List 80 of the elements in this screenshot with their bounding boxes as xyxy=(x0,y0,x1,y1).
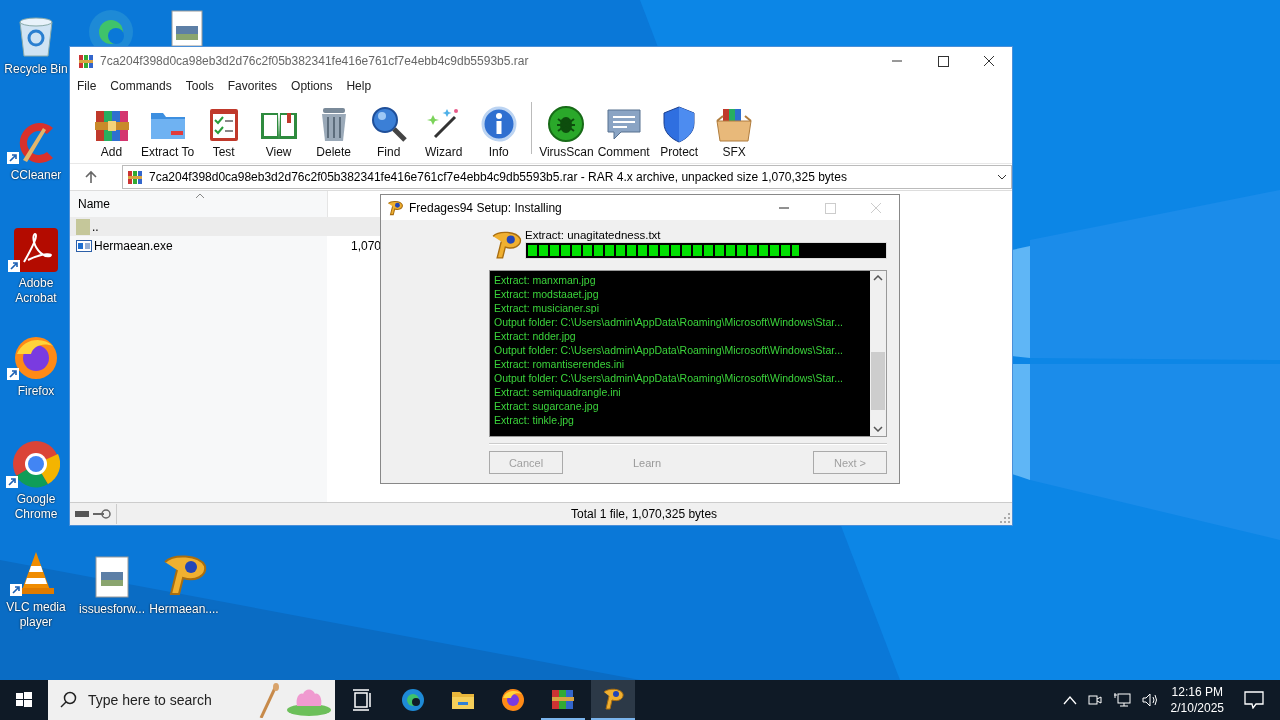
log-line: Extract: sugarcane.jpg xyxy=(494,399,600,413)
sort-caret-icon xyxy=(195,193,205,199)
desktop-icon-label[interactable]: issuesforw... xyxy=(79,602,145,617)
archive-icon xyxy=(127,169,143,185)
toolbar-button[interactable]: SFX xyxy=(706,105,762,159)
menu-item[interactable]: File xyxy=(77,79,97,93)
desktop-icon-label[interactable]: Firefox xyxy=(17,384,55,399)
image-file-icon[interactable] xyxy=(170,10,204,46)
desktop-icon-label[interactable]: Recycle Bin xyxy=(4,62,68,77)
brand-text: Learn xyxy=(633,456,662,469)
scroll-thumb[interactable] xyxy=(871,352,885,410)
desktop-icon-label[interactable]: Adobe Acrobat xyxy=(2,276,70,306)
menu-item[interactable]: Tools xyxy=(185,79,214,93)
camera-icon[interactable] xyxy=(1086,692,1103,708)
menu-item[interactable]: Commands xyxy=(110,79,172,93)
toolbar-button[interactable]: Extract To xyxy=(139,105,197,159)
menu-item[interactable]: Help xyxy=(346,79,372,93)
toolbar-button[interactable]: Delete xyxy=(306,105,362,159)
magnifier-icon xyxy=(369,105,408,143)
log-line: Output folder: C:\Users\admin\AppData\Roaming\Microsoft\Windows\Star... xyxy=(494,315,844,329)
up-arrow-button[interactable] xyxy=(84,170,98,184)
chrome-icon[interactable] xyxy=(12,440,60,488)
setup-logo-icon xyxy=(386,199,404,216)
file-size: 1,070 xyxy=(349,238,381,253)
folder-icon xyxy=(76,218,90,235)
desktop-icon-label[interactable]: CCleaner xyxy=(10,168,62,183)
toolbar-button[interactable]: Protect xyxy=(651,105,707,159)
log-line: Extract: semiquadrangle.ini xyxy=(494,385,622,399)
address-field[interactable]: 7ca204f398d0ca98eb3d2d76c2f05b382341fe416e761cf7e4ebb4c9db5593b5.rar - RAR 4.x archive, unpacked size 1,070,325 bytes xyxy=(122,165,1012,189)
file-name: Hermaean.exe xyxy=(94,238,173,253)
archive-icon xyxy=(78,53,94,69)
drive-and-key-icon xyxy=(74,508,112,520)
file-row[interactable]: Hermaean.exe 1,070 xyxy=(70,236,381,255)
network-icon[interactable] xyxy=(1112,692,1131,708)
window-title: 7ca204f398d0ca98eb3d2d76c2f05b382341fe416e761cf7e4ebb4c9db5593b5.rar xyxy=(100,54,529,68)
file-name: .. xyxy=(92,219,99,234)
resize-grip-icon[interactable] xyxy=(1000,513,1010,523)
recycle-bin-icon[interactable] xyxy=(16,16,56,58)
toolbar-button[interactable]: Test xyxy=(196,105,252,159)
search-icon xyxy=(60,691,78,709)
chevron-up-icon[interactable] xyxy=(1062,695,1077,705)
pdf-icon[interactable] xyxy=(14,228,58,272)
toolbar-button[interactable]: View xyxy=(251,105,307,159)
file-row[interactable]: .. xyxy=(70,217,381,236)
toolbar-button[interactable]: VirusScan xyxy=(537,105,596,159)
log-line: Extract: manxman.jpg xyxy=(494,273,597,287)
status-text: Extract: unagitatedness.txt xyxy=(525,229,662,241)
log-line: Extract: tinkle.jpg xyxy=(494,413,575,427)
log-line: Extract: musicianer.spi xyxy=(494,301,601,315)
desktop-icon-label[interactable]: Google Chrome xyxy=(2,492,70,522)
menu-item[interactable]: Favorites xyxy=(227,79,278,93)
log-line: Output folder: C:\Users\admin\AppData\Roaming\Microsoft\Windows\Star... xyxy=(494,343,844,357)
firefox-icon[interactable] xyxy=(13,334,59,380)
scrollbar[interactable] xyxy=(870,271,886,436)
log-line: Extract: ndder.jpg xyxy=(494,329,577,343)
image-file-icon[interactable] xyxy=(95,556,129,598)
log-line: Output folder: C:\Users\admin\AppData\Roaming\Microsoft\Windows\Star... xyxy=(494,371,844,385)
desktop-icon-label[interactable]: VLC media player xyxy=(2,600,70,630)
toolbar-button[interactable]: Info xyxy=(471,105,527,159)
setup-icon[interactable] xyxy=(591,680,635,720)
desktop-icon-label[interactable]: Hermaean.... xyxy=(149,602,219,617)
log-line: Extract: romantiserendes.ini xyxy=(494,357,626,371)
scroll-down-icon[interactable] xyxy=(873,426,883,432)
dialog-title: Fredages94 Setup: Installing xyxy=(409,200,562,215)
caret-icon[interactable] xyxy=(997,174,1007,180)
bug-icon xyxy=(547,105,586,143)
info-icon xyxy=(479,105,518,143)
program-icon xyxy=(76,239,92,252)
clock[interactable]: 12:16 PM 2/10/2025 xyxy=(1170,684,1224,716)
scroll-up-icon[interactable] xyxy=(873,275,883,281)
status-text: Total 1 file, 1,070,325 bytes xyxy=(571,507,718,521)
toolbar-button[interactable]: Find xyxy=(361,105,417,159)
volume-icon[interactable] xyxy=(1140,692,1159,708)
toolbar-button[interactable]: Add xyxy=(84,105,139,159)
notification-icon[interactable] xyxy=(1244,691,1264,709)
log-line: Extract: modstaaet.jpg xyxy=(494,287,600,301)
toolbar-button[interactable]: Comment xyxy=(595,105,652,159)
toolbar-button[interactable]: Wizard xyxy=(416,105,472,159)
search-field[interactable]: Type here to search xyxy=(48,680,335,720)
menu-item[interactable]: Options xyxy=(291,79,333,93)
